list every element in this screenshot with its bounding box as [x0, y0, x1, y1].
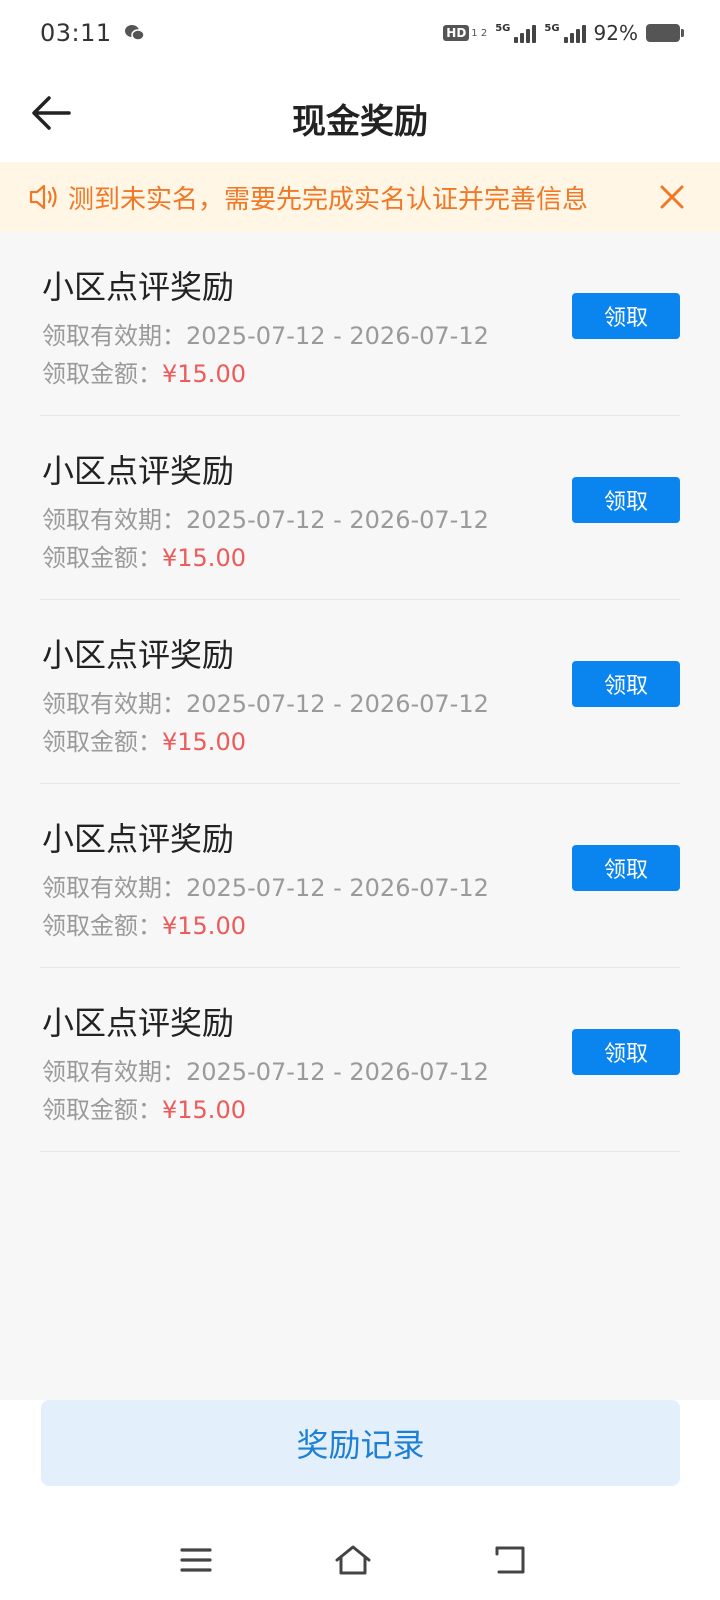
reward-title: 小区点评奖励	[42, 1004, 235, 1042]
amount-value: ¥15.00	[162, 728, 246, 756]
wechat-icon	[124, 25, 145, 41]
reward-amount-row: 领取金额：¥15.00	[42, 906, 246, 941]
notice-banner: 测到未实名，需要先完成实名认证并完善信息	[0, 162, 720, 232]
hd-sub: 1 2	[471, 27, 488, 39]
navbar: 现金奖励	[0, 66, 720, 162]
status-right: HD 1 2 5G 5G 92%	[443, 21, 684, 45]
amount-label: 领取金额：	[42, 912, 162, 940]
return-icon	[495, 1546, 525, 1574]
reward-period: 领取有效期：2025-07-12 - 2026-07-12	[42, 500, 489, 535]
period-value: 2025-07-12 - 2026-07-12	[186, 322, 489, 350]
amount-value: ¥15.00	[162, 360, 246, 388]
period-label: 领取有效期：	[42, 1058, 186, 1086]
battery-percent: 92%	[593, 21, 638, 45]
signal-label-2: 5G	[544, 22, 560, 34]
hd-badge: HD	[443, 25, 470, 41]
reward-amount-row: 领取金额：¥15.00	[42, 354, 246, 389]
amount-label: 领取金额：	[42, 728, 162, 756]
menu-icon	[180, 1548, 212, 1572]
reward-period: 领取有效期：2025-07-12 - 2026-07-12	[42, 1052, 489, 1087]
claim-button[interactable]: 领取	[572, 661, 680, 707]
signal-label-1: 5G	[495, 22, 511, 34]
status-left: 03:11	[40, 19, 146, 47]
amount-label: 领取金额：	[42, 544, 162, 572]
reward-period: 领取有效期：2025-07-12 - 2026-07-12	[42, 684, 489, 719]
home-button[interactable]	[323, 1530, 383, 1590]
period-value: 2025-07-12 - 2026-07-12	[186, 874, 489, 902]
period-value: 2025-07-12 - 2026-07-12	[186, 1058, 489, 1086]
amount-value: ¥15.00	[162, 544, 246, 572]
return-button[interactable]	[480, 1530, 540, 1590]
claim-button[interactable]: 领取	[572, 293, 680, 339]
period-value: 2025-07-12 - 2026-07-12	[186, 690, 489, 718]
notice-text: 测到未实名，需要先完成实名认证并完善信息	[68, 184, 589, 215]
reward-item: 小区点评奖励 领取有效期：2025-07-12 - 2026-07-12 领取金…	[40, 232, 680, 416]
signal-bars-icon	[563, 23, 586, 43]
reward-title: 小区点评奖励	[42, 820, 235, 858]
period-label: 领取有效期：	[42, 506, 186, 534]
reward-amount-row: 领取金额：¥15.00	[42, 538, 246, 573]
close-icon	[660, 185, 684, 209]
status-bar: 03:11 HD 1 2 5G 5G 92%	[0, 0, 720, 66]
reward-list: 小区点评奖励 领取有效期：2025-07-12 - 2026-07-12 领取金…	[40, 232, 680, 1152]
claim-button[interactable]: 领取	[572, 477, 680, 523]
signal-bars-icon	[514, 23, 537, 43]
period-value: 2025-07-12 - 2026-07-12	[186, 506, 489, 534]
reward-record-button[interactable]: 奖励记录	[41, 1400, 680, 1486]
status-time: 03:11	[40, 19, 112, 47]
home-icon	[335, 1545, 371, 1575]
reward-title: 小区点评奖励	[42, 452, 235, 490]
amount-value: ¥15.00	[162, 912, 246, 940]
reward-title: 小区点评奖励	[42, 268, 235, 306]
bottom-area: 奖励记录	[0, 1400, 720, 1600]
amount-label: 领取金额：	[42, 1096, 162, 1124]
reward-item: 小区点评奖励 领取有效期：2025-07-12 - 2026-07-12 领取金…	[40, 600, 680, 784]
reward-amount-row: 领取金额：¥15.00	[42, 1090, 246, 1125]
amount-label: 领取金额：	[42, 360, 162, 388]
notice-close-button[interactable]	[652, 177, 692, 217]
reward-title: 小区点评奖励	[42, 636, 235, 674]
claim-button[interactable]: 领取	[572, 1029, 680, 1075]
reward-item: 小区点评奖励 领取有效期：2025-07-12 - 2026-07-12 领取金…	[40, 968, 680, 1152]
reward-item: 小区点评奖励 领取有效期：2025-07-12 - 2026-07-12 领取金…	[40, 416, 680, 600]
claim-button[interactable]: 领取	[572, 845, 680, 891]
period-label: 领取有效期：	[42, 690, 186, 718]
reward-period: 领取有效期：2025-07-12 - 2026-07-12	[42, 868, 489, 903]
menu-button[interactable]	[166, 1530, 226, 1590]
battery-icon	[646, 24, 684, 42]
system-navigation-bar	[0, 1520, 720, 1600]
period-label: 领取有效期：	[42, 874, 186, 902]
reward-amount-row: 领取金额：¥15.00	[42, 722, 246, 757]
amount-value: ¥15.00	[162, 1096, 246, 1124]
period-label: 领取有效期：	[42, 322, 186, 350]
reward-item: 小区点评奖励 领取有效期：2025-07-12 - 2026-07-12 领取金…	[40, 784, 680, 968]
page-title: 现金奖励	[292, 102, 428, 142]
speaker-icon	[29, 184, 57, 210]
reward-period: 领取有效期：2025-07-12 - 2026-07-12	[42, 316, 489, 351]
